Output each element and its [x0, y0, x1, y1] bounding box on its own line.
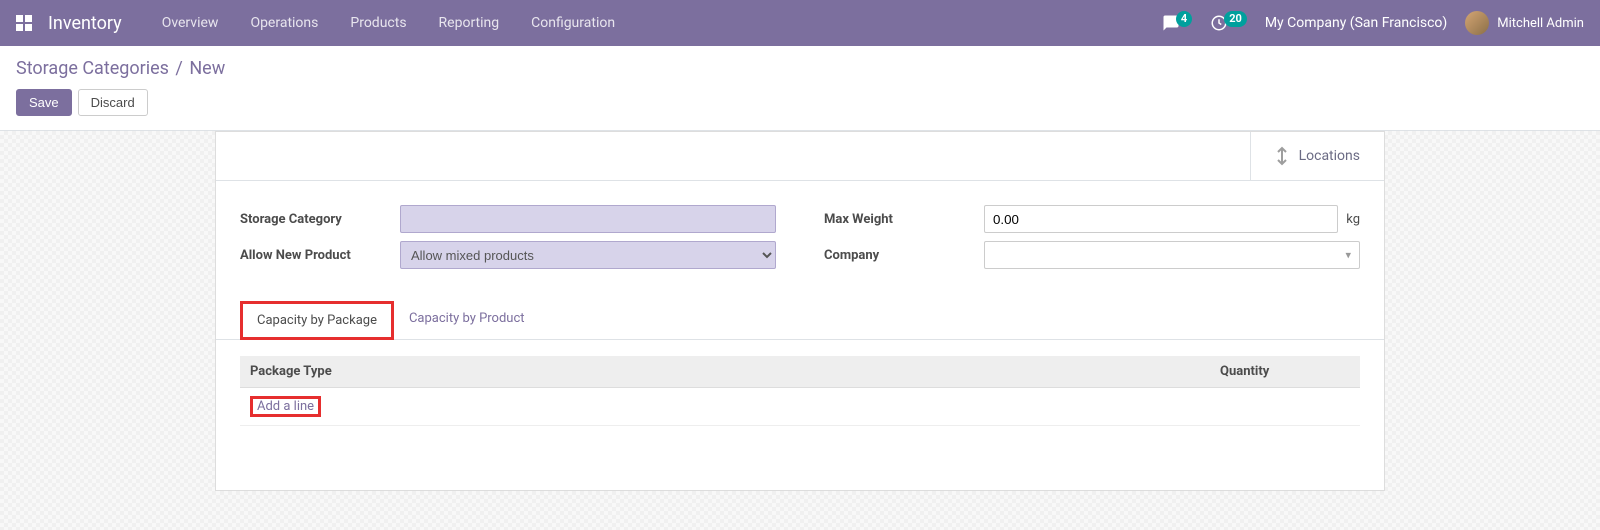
- tab-capacity-by-package[interactable]: Capacity by Package: [240, 301, 394, 340]
- breadcrumb-current: New: [189, 58, 225, 79]
- notebook-tabs: Capacity by Package Capacity by Product: [216, 301, 1384, 340]
- max-weight-input[interactable]: [984, 205, 1338, 233]
- user-menu[interactable]: Mitchell Admin: [1465, 11, 1584, 35]
- breadcrumb-sep: /: [175, 58, 182, 79]
- breadcrumb-parent[interactable]: Storage Categories: [16, 58, 169, 79]
- tab-page-capacity-by-package: Package Type Quantity Add a line: [216, 356, 1384, 450]
- nav-item-overview[interactable]: Overview: [146, 15, 235, 31]
- control-buttons: Save Discard: [16, 89, 1584, 116]
- storage-category-label: Storage Category: [240, 212, 400, 227]
- nav-menu: Overview Operations Products Reporting C…: [146, 15, 631, 31]
- discard-button[interactable]: Discard: [78, 89, 148, 116]
- content-area: Locations Storage Category Allow New Pro…: [0, 131, 1600, 530]
- breadcrumb: Storage Categories / New: [16, 58, 1584, 79]
- statusbar: Locations: [216, 132, 1384, 181]
- form-body: Storage Category Allow New Product Allow…: [216, 181, 1384, 285]
- nav-item-products[interactable]: Products: [334, 15, 422, 31]
- col-quantity[interactable]: Quantity: [1210, 356, 1320, 388]
- form-sheet: Locations Storage Category Allow New Pro…: [215, 131, 1385, 491]
- avatar: [1465, 11, 1489, 35]
- nav-item-operations[interactable]: Operations: [234, 15, 334, 31]
- control-panel: Storage Categories / New Save Discard: [0, 46, 1600, 131]
- company-label: Company: [824, 248, 984, 263]
- storage-category-input[interactable]: [400, 205, 776, 233]
- top-navbar: Inventory Overview Operations Products R…: [0, 0, 1600, 46]
- activities-button[interactable]: 20: [1210, 14, 1247, 32]
- messages-button[interactable]: 4: [1162, 14, 1192, 32]
- navbar-right: 4 20 My Company (San Francisco) Mitchell…: [1162, 11, 1584, 35]
- capacity-table: Package Type Quantity Add a line: [240, 356, 1360, 426]
- locations-label: Locations: [1299, 148, 1360, 164]
- company-switcher[interactable]: My Company (San Francisco): [1265, 15, 1447, 31]
- updown-arrow-icon: [1275, 146, 1289, 166]
- add-a-line[interactable]: Add a line: [250, 396, 321, 417]
- col-actions: [1320, 356, 1360, 388]
- company-select[interactable]: [984, 241, 1360, 269]
- nav-item-reporting[interactable]: Reporting: [423, 15, 516, 31]
- navbar-left: Inventory Overview Operations Products R…: [16, 13, 631, 34]
- max-weight-label: Max Weight: [824, 212, 984, 227]
- table-row: Add a line: [240, 388, 1360, 426]
- locations-stat-button[interactable]: Locations: [1250, 132, 1384, 180]
- messages-badge: 4: [1176, 11, 1192, 27]
- user-name: Mitchell Admin: [1497, 16, 1584, 31]
- tab-capacity-by-product[interactable]: Capacity by Product: [394, 301, 540, 340]
- app-name[interactable]: Inventory: [48, 13, 122, 34]
- allow-new-product-label: Allow New Product: [240, 248, 400, 263]
- allow-new-product-select[interactable]: Allow mixed products: [400, 241, 776, 269]
- notebook: Capacity by Package Capacity by Product …: [216, 301, 1384, 450]
- save-button[interactable]: Save: [16, 89, 72, 116]
- apps-icon[interactable]: [16, 15, 32, 31]
- nav-item-configuration[interactable]: Configuration: [515, 15, 631, 31]
- activities-badge: 20: [1224, 11, 1247, 27]
- col-package-type[interactable]: Package Type: [240, 356, 1210, 388]
- weight-unit: kg: [1346, 212, 1360, 227]
